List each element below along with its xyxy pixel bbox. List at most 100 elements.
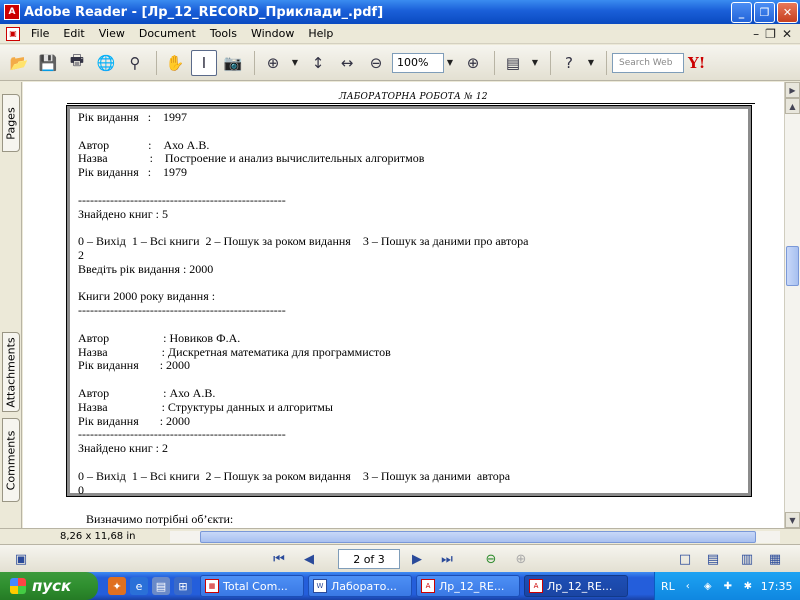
email-globe-icon[interactable]: 🌐 [93, 50, 119, 76]
print-icon[interactable]: 🖶 [64, 50, 90, 76]
windows-flag-icon [10, 578, 26, 594]
next-page-icon[interactable]: ▶ [408, 551, 426, 567]
pdf-document-icon[interactable]: ▣ [6, 26, 20, 41]
task-pdf-2[interactable]: A Лр_12_RE... [524, 575, 628, 597]
doc-restore-icon[interactable]: ❐ [765, 27, 776, 41]
select-tool-icon[interactable]: Ⅰ [191, 49, 217, 76]
console-output-screenshot: Рік видання : 1997 Автор : Ахо А.В. Назв… [66, 105, 752, 497]
snapshot-tool-icon[interactable]: 📷 [220, 50, 246, 76]
fit-width-icon[interactable]: ↔ [334, 50, 360, 76]
single-page-layout-icon[interactable]: □ [676, 551, 694, 567]
task-word-document[interactable]: W Лаборато... [308, 575, 412, 597]
task-pdf-1[interactable]: A Лр_12_RE... [416, 575, 520, 597]
search-web-input[interactable]: Search Web [612, 52, 684, 73]
scroll-up-icon[interactable]: ▲ [785, 98, 800, 114]
total-commander-icon: ▦ [205, 579, 219, 593]
pdf-icon: A [529, 579, 543, 593]
minimize-button[interactable]: _ [731, 1, 752, 23]
pages-layout-icon[interactable]: ▤ [500, 50, 526, 76]
task-total-commander[interactable]: ▦ Total Com... [200, 575, 304, 597]
adobe-reader-icon: A [4, 4, 20, 20]
search-binoculars-icon[interactable]: ⚲ [122, 50, 148, 76]
toolbar-separator [606, 50, 607, 75]
tray-app-icon[interactable]: ✱ [741, 579, 755, 593]
tab-attachments[interactable]: Attachments [2, 332, 20, 412]
console-line: Введіть рік видання : 2000 [78, 261, 214, 276]
quicklaunch-desktop-icon[interactable]: ⊞ [174, 577, 192, 595]
console-line: ----------------------------------------… [78, 192, 286, 207]
window-title: Adobe Reader - [Лр_12_RECORD_Приклади_.p… [24, 4, 384, 20]
continuous-facing-layout-icon[interactable]: ▦ [766, 551, 784, 567]
doc-close-icon[interactable]: ✕ [782, 27, 792, 41]
yahoo-logo-icon[interactable]: Y! [688, 54, 705, 72]
page-size-readout: 8,26 x 11,68 in [60, 531, 136, 542]
menu-tools[interactable]: Tools [203, 27, 244, 40]
menu-window[interactable]: Window [244, 27, 301, 40]
continuous-layout-icon[interactable]: ▤ [704, 551, 722, 567]
system-tray: RL ‹ ◈ ✚ ✱ 17:35 [654, 572, 800, 600]
previous-view-icon[interactable]: ⊖ [482, 551, 500, 567]
horizontal-scroll-thumb[interactable] [200, 531, 756, 543]
menu-help[interactable]: Help [301, 27, 340, 40]
facing-layout-icon[interactable]: ▥ [738, 551, 756, 567]
tray-network-icon[interactable]: ◈ [701, 579, 715, 593]
console-line: 0 – Вихід 1 – Всі книги 2 – Пошук за рок… [78, 468, 511, 483]
console-line: 0 – Вихід 1 – Всі книги 2 – Пошук за рок… [78, 234, 529, 249]
zoom-tool-dropdown-icon[interactable]: ▼ [289, 58, 301, 67]
language-indicator[interactable]: RL [661, 580, 675, 593]
console-line: Автор : Ахо А.В. [78, 137, 210, 152]
tab-comments[interactable]: Comments [2, 418, 20, 502]
layout-dropdown-icon[interactable]: ▼ [529, 58, 541, 67]
zoom-dropdown-icon[interactable]: ▼ [444, 58, 456, 67]
tray-security-icon[interactable]: ✚ [721, 579, 735, 593]
doc-minimize-icon[interactable]: – [753, 27, 759, 41]
menu-edit[interactable]: Edit [56, 27, 91, 40]
word-icon: W [313, 579, 327, 593]
vertical-scrollbar[interactable]: ▶ ▲ ▼ [784, 82, 800, 528]
console-line: Знайдено книг : 2 [78, 441, 168, 456]
close-button[interactable]: ✕ [777, 1, 798, 23]
save-icon[interactable]: 💾 [35, 50, 61, 76]
next-view-icon[interactable]: ⊕ [512, 551, 530, 567]
toolbar-separator [156, 50, 157, 75]
help-dropdown-icon[interactable]: ▼ [585, 58, 597, 67]
zoom-in-tool-icon[interactable]: ⊕ [260, 50, 286, 76]
tab-pages[interactable]: Pages [2, 94, 20, 152]
open-folder-icon[interactable]: 📂 [6, 50, 32, 76]
restore-button[interactable]: ❐ [754, 1, 775, 23]
page-number-input[interactable]: 2 of 3 [338, 549, 400, 569]
layout-single-icon[interactable]: ▣ [12, 551, 30, 567]
last-page-icon[interactable]: ⏭ [438, 551, 456, 567]
quicklaunch-app-icon[interactable]: ✦ [108, 577, 126, 595]
first-page-icon[interactable]: ⏮ [270, 551, 288, 567]
zoom-out-icon[interactable]: ⊖ [363, 50, 389, 76]
help-icon[interactable]: ? [556, 50, 582, 76]
menu-view[interactable]: View [92, 27, 132, 40]
toolbar-separator [254, 50, 255, 75]
menu-document[interactable]: Document [132, 27, 203, 40]
document-window-controls: – ❐ ✕ [753, 27, 792, 41]
zoom-in-icon[interactable]: ⊕ [460, 50, 486, 76]
quicklaunch-ie-icon[interactable]: e [130, 577, 148, 595]
vertical-scroll-thumb[interactable] [786, 246, 799, 286]
start-button[interactable]: пуск [0, 572, 98, 600]
scroll-down-icon[interactable]: ▼ [785, 512, 800, 528]
zoom-input[interactable]: 100% [392, 52, 444, 73]
toolbar: 📂 💾 🖶 🌐 ⚲ ✋ Ⅰ 📷 ⊕ ▼ ↕ ↔ ⊖ 100% ▼ ⊕ ▤ ▼ ?… [0, 45, 800, 81]
tray-arrow-icon[interactable]: ‹ [681, 579, 695, 593]
fit-page-icon[interactable]: ↕ [305, 50, 331, 76]
menu-file[interactable]: File [24, 27, 56, 40]
document-view[interactable]: ЛАБОРАТОРНА РОБОТА № 12 Рік видання : 19… [23, 82, 784, 528]
page-options-arrow-icon[interactable]: ▶ [785, 82, 800, 98]
horizontal-scrollbar[interactable] [170, 531, 780, 543]
quicklaunch-media-icon[interactable]: ▤ [152, 577, 170, 595]
console-line: Назва : Построение и анализ вычислительн… [78, 151, 425, 166]
previous-page-icon[interactable]: ◀ [300, 551, 318, 567]
hand-tool-icon[interactable]: ✋ [162, 50, 188, 76]
page-navigation-bar: ▣ ⏮ ◀ 2 of 3 ▶ ⏭ ⊖ ⊕ □ ▤ ▥ ▦ [0, 544, 800, 572]
